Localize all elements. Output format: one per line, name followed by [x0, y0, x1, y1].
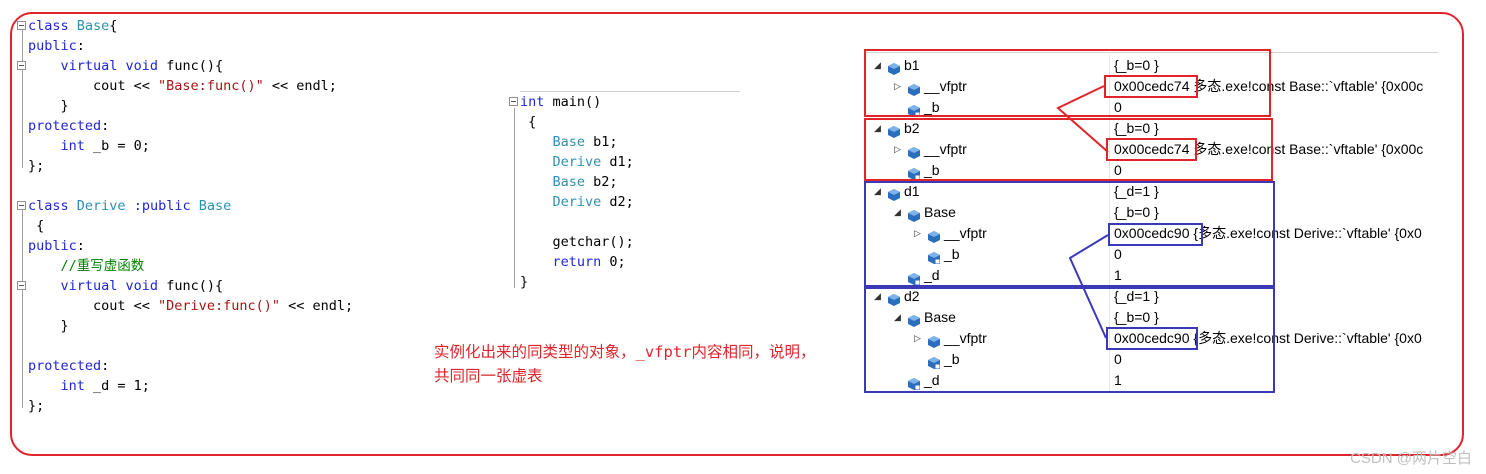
watermark: CSDN @两片空白	[1350, 450, 1472, 467]
blue-connector	[1068, 234, 1109, 339]
red-connector	[1056, 85, 1109, 153]
connector-lines	[1056, 85, 1109, 339]
